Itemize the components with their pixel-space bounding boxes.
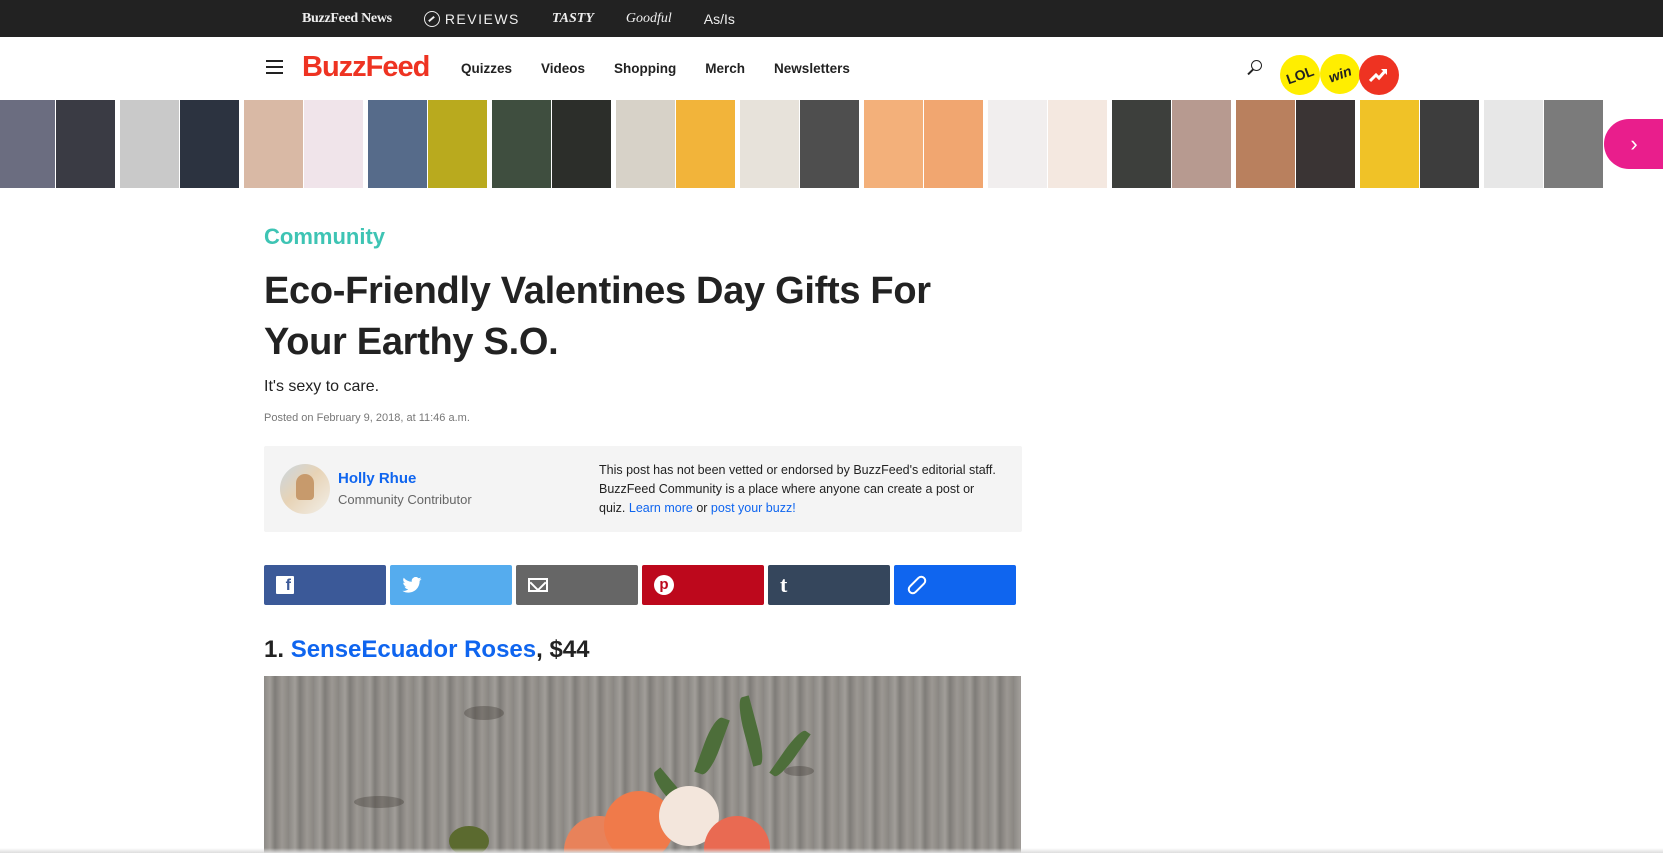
win-badge[interactable]: win: [1314, 48, 1366, 100]
page-title: Eco-Friendly Valentines Day Gifts For Yo…: [264, 270, 931, 363]
strip-thumbnail[interactable]: [1236, 100, 1355, 188]
thumbnail-left-image: [0, 100, 55, 188]
thumbnail-left-image: [1360, 100, 1419, 188]
thumbnail-left-image: [740, 100, 799, 188]
strip-thumbnail[interactable]: [1360, 100, 1479, 188]
learn-more-link[interactable]: Learn more: [629, 501, 693, 515]
strip-thumbnail[interactable]: [1112, 100, 1231, 188]
email-icon: [528, 578, 548, 592]
category-link[interactable]: Community: [264, 224, 1022, 250]
brand-bar: BuzzFeed News REVIEWS TASTY Goodful As/I…: [0, 0, 1663, 37]
strip-thumbnail[interactable]: [740, 100, 859, 188]
thumbnail-left-image: [492, 100, 551, 188]
article-dek: It's sexy to care.: [264, 378, 380, 395]
share-bar: f p t: [264, 565, 1020, 605]
thumbnail-right-image: [1296, 100, 1355, 188]
post-your-buzz-link[interactable]: post your buzz!: [711, 501, 796, 515]
strip-thumbnail[interactable]: [244, 100, 363, 188]
thumbnail-right-image: [304, 100, 363, 188]
strip-thumbnail[interactable]: [864, 100, 983, 188]
link-icon: [905, 573, 929, 597]
thumbnail-left-image: [988, 100, 1047, 188]
tumblr-icon: t: [780, 572, 788, 597]
pinterest-icon: p: [654, 575, 674, 595]
thumbnail-left-image: [1112, 100, 1171, 188]
trending-icon[interactable]: [1359, 55, 1399, 95]
lol-badge[interactable]: LOL: [1274, 49, 1326, 101]
brand-links: BuzzFeed News REVIEWS TASTY Goodful As/I…: [302, 0, 767, 37]
item-product-link[interactable]: SenseEcuador Roses: [291, 636, 536, 663]
nav-link-quizzes[interactable]: Quizzes: [461, 61, 512, 76]
strip-thumbnail[interactable]: [616, 100, 735, 188]
thumbnail-left-image: [1484, 100, 1543, 188]
thumbnail-right-image: [180, 100, 239, 188]
share-twitter-button[interactable]: [390, 565, 512, 605]
community-disclaimer: This post has not been vetted or endorse…: [599, 461, 1004, 518]
search-icon[interactable]: [1246, 60, 1262, 76]
strip-thumbnail[interactable]: [492, 100, 611, 188]
product-image-roses: [264, 676, 1021, 853]
avatar[interactable]: [280, 464, 330, 514]
thumbnail-right-image: [552, 100, 611, 188]
buzzfeed-logo[interactable]: BuzzFeed: [302, 51, 430, 84]
thumbnail-right-image: [428, 100, 487, 188]
page-bottom-shadow: [0, 848, 1663, 853]
article-header: Community Eco-Friendly Valentines Day Gi…: [264, 224, 1022, 424]
thumbnail-right-image: [1544, 100, 1603, 188]
strip-thumbnail[interactable]: [368, 100, 487, 188]
thumbnail-right-image: [676, 100, 735, 188]
strip-thumbnail[interactable]: [0, 100, 115, 188]
brand-link-reviews-label: REVIEWS: [444, 10, 520, 27]
item-number: 1.: [264, 636, 285, 663]
strip-next-button[interactable]: ›: [1604, 119, 1663, 169]
nav-links: Quizzes Videos Shopping Merch Newsletter…: [461, 37, 879, 100]
brand-link-asis[interactable]: As/Is: [704, 11, 735, 27]
item-price: , $44: [536, 636, 590, 663]
twitter-icon: [402, 577, 422, 593]
brand-link-goodful[interactable]: Goodful: [626, 11, 672, 27]
thumbnail-right-image: [1420, 100, 1479, 188]
list-item-heading: 1. SenseEcuador Roses, $44: [264, 636, 590, 664]
menu-icon[interactable]: [266, 60, 283, 74]
share-tumblr-button[interactable]: t: [768, 565, 890, 605]
disclaimer-or: or: [696, 501, 708, 515]
thumbnail-right-image: [924, 100, 983, 188]
share-email-button[interactable]: [516, 565, 638, 605]
copy-link-button[interactable]: [894, 565, 1016, 605]
main-nav: BuzzFeed Quizzes Videos Shopping Merch N…: [0, 37, 1663, 101]
brand-link-buzzfeed-news[interactable]: BuzzFeed News: [302, 11, 392, 27]
thumbnail-right-image: [56, 100, 115, 188]
reviews-icon: [423, 10, 440, 27]
thumbnail-left-image: [616, 100, 675, 188]
post-timestamp: Posted on February 9, 2018, at 11:46 a.m…: [264, 412, 470, 424]
thumbnail-left-image: [368, 100, 427, 188]
nav-link-videos[interactable]: Videos: [541, 61, 585, 76]
author-name-link[interactable]: Holly Rhue: [338, 470, 416, 487]
thumbnail-left-image: [1236, 100, 1295, 188]
thumbnail-left-image: [244, 100, 303, 188]
thumbnail-right-image: [800, 100, 859, 188]
strip-thumbnail[interactable]: [1484, 100, 1603, 188]
strip-thumbnail[interactable]: [988, 100, 1107, 188]
facebook-icon: f: [276, 576, 294, 594]
thumbnail-left-image: [864, 100, 923, 188]
thumbnail-right-image: [1048, 100, 1107, 188]
trending-image-strip: ›: [0, 100, 1663, 188]
thumbnail-right-image: [1172, 100, 1231, 188]
byline-box: Holly Rhue Community Contributor This po…: [264, 446, 1022, 532]
thumbnail-left-image: [120, 100, 179, 188]
strip-thumbnail[interactable]: [120, 100, 239, 188]
author-role: Community Contributor: [338, 492, 472, 507]
brand-link-reviews[interactable]: REVIEWS: [423, 10, 520, 27]
share-facebook-button[interactable]: f: [264, 565, 386, 605]
nav-link-merch[interactable]: Merch: [705, 61, 745, 76]
nav-link-shopping[interactable]: Shopping: [614, 61, 676, 76]
brand-link-tasty[interactable]: TASTY: [552, 11, 594, 27]
nav-link-newsletters[interactable]: Newsletters: [774, 61, 850, 76]
share-pinterest-button[interactable]: p: [642, 565, 764, 605]
